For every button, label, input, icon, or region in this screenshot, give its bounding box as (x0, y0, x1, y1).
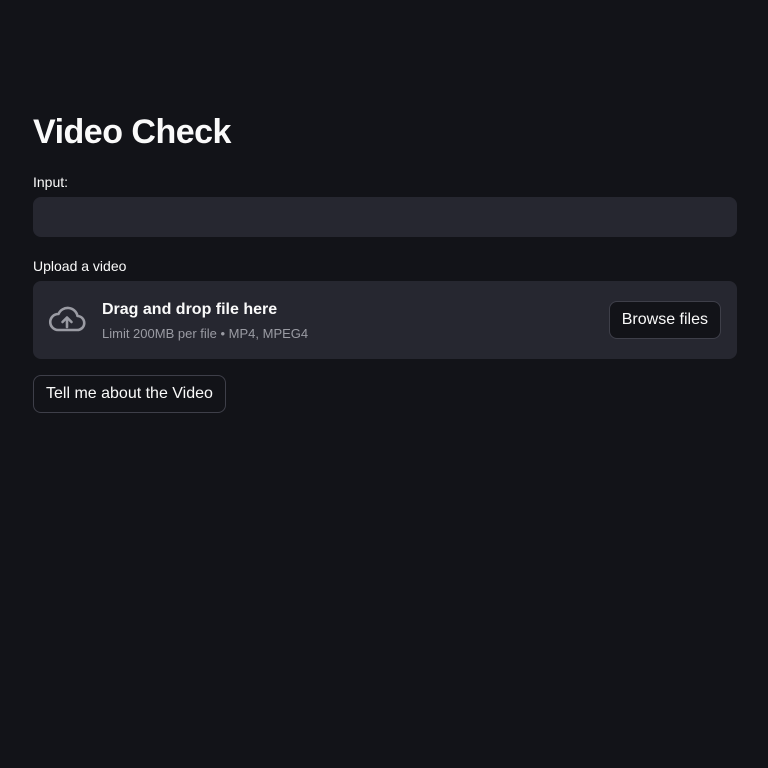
input-label: Input: (33, 174, 69, 190)
dropzone-title: Drag and drop file here (102, 301, 278, 318)
browse-files-button[interactable]: Browse files (608, 301, 721, 339)
tell-me-about-video-button[interactable]: Tell me about the Video (33, 375, 226, 413)
file-dropzone[interactable]: Drag and drop file here Limit 200MB per … (33, 281, 737, 359)
upload-label: Upload a video (33, 258, 127, 274)
text-input[interactable] (33, 197, 737, 237)
page-title: Video Check (33, 113, 231, 151)
cloud-upload-icon (48, 305, 86, 335)
app-root: Video Check Input: Upload a video Drag a… (0, 0, 768, 768)
dropzone-subtitle: Limit 200MB per file • MP4, MPEG4 (102, 326, 309, 341)
